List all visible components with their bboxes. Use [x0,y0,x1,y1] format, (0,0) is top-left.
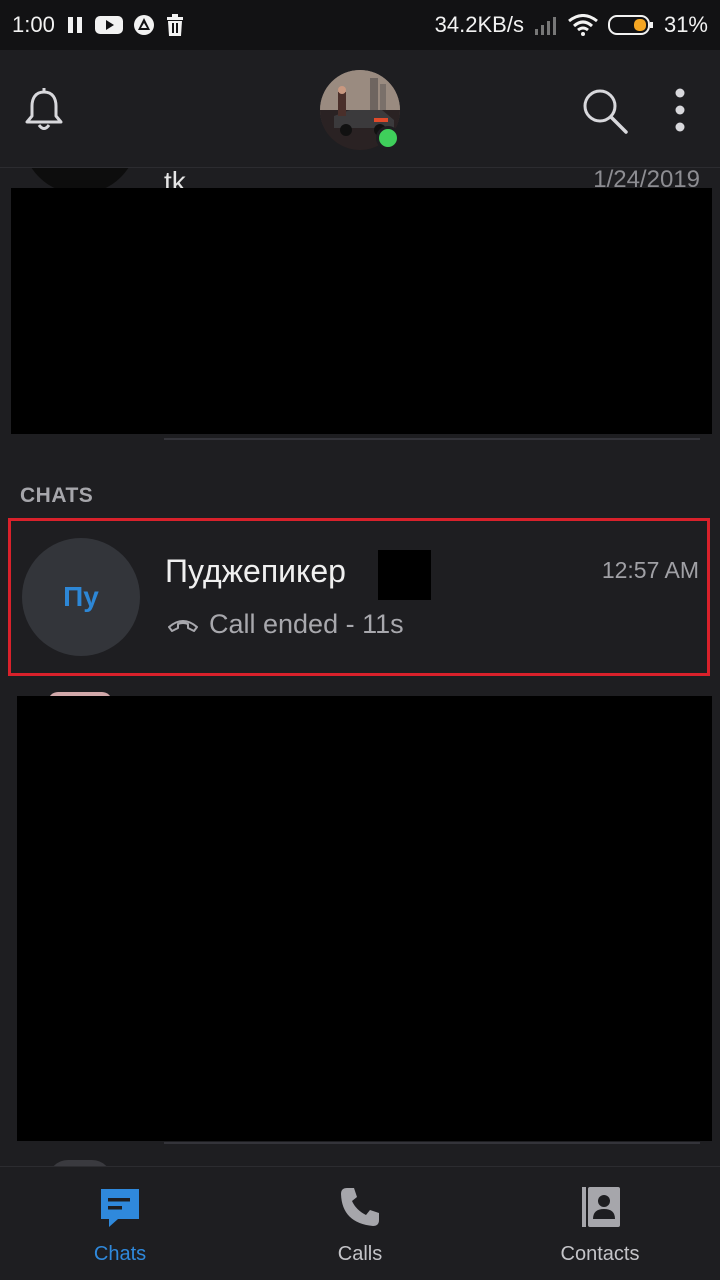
tab-contacts[interactable]: Contacts [480,1167,720,1280]
more-vert-icon[interactable] [664,86,696,134]
redacted-block [378,550,431,600]
tab-label: Contacts [560,1243,640,1265]
divider [164,438,700,440]
message-preview: Call ended - 11s [167,609,404,640]
youtube-icon [94,15,123,35]
search-icon[interactable] [578,84,630,136]
pause-icon [65,15,85,35]
tab-calls[interactable]: Calls [240,1167,480,1280]
battery-level: 31% [663,12,708,37]
chat-icon [98,1185,142,1235]
redacted-block [17,696,712,1141]
network-speed: 34.2KB/s [434,12,524,37]
contact-name: Пуджепикер [165,553,346,589]
avatar: Пу [22,538,140,656]
tab-label: Calls [337,1243,383,1265]
app-icon [133,14,155,36]
redacted-block [11,188,712,434]
status-left: 1:00 [12,12,185,38]
chat-row-highlighted[interactable]: Пу Пуджепикер 12:57 AM Call ended - 11s [8,518,710,676]
message-time: 12:57 AM [601,557,699,583]
status-bar: 1:00 34.2KB/s 31% [0,0,720,50]
trash-icon [165,14,185,36]
signal-icon [534,15,558,35]
chat-list: tk 1/24/2019 CHATS Пу Пуджепикер 12:57 A… [0,168,720,1166]
preview-text: Call ended - 11s [209,609,404,639]
bell-icon[interactable] [20,86,68,134]
online-status-indicator [376,126,400,150]
status-time: 1:00 [12,12,55,37]
app-header [0,50,720,168]
tab-chats[interactable]: Chats [0,1167,240,1280]
section-header-chats: CHATS [20,484,94,507]
contacts-icon [578,1185,622,1235]
tab-label: Chats [93,1243,147,1265]
call-ended-icon [167,609,199,640]
phone-icon [338,1185,382,1235]
divider [164,1142,700,1144]
wifi-icon [568,14,598,36]
status-right: 34.2KB/s 31% [435,12,708,38]
bottom-nav: Chats Calls Contacts [0,1166,720,1280]
battery-icon [607,14,654,36]
